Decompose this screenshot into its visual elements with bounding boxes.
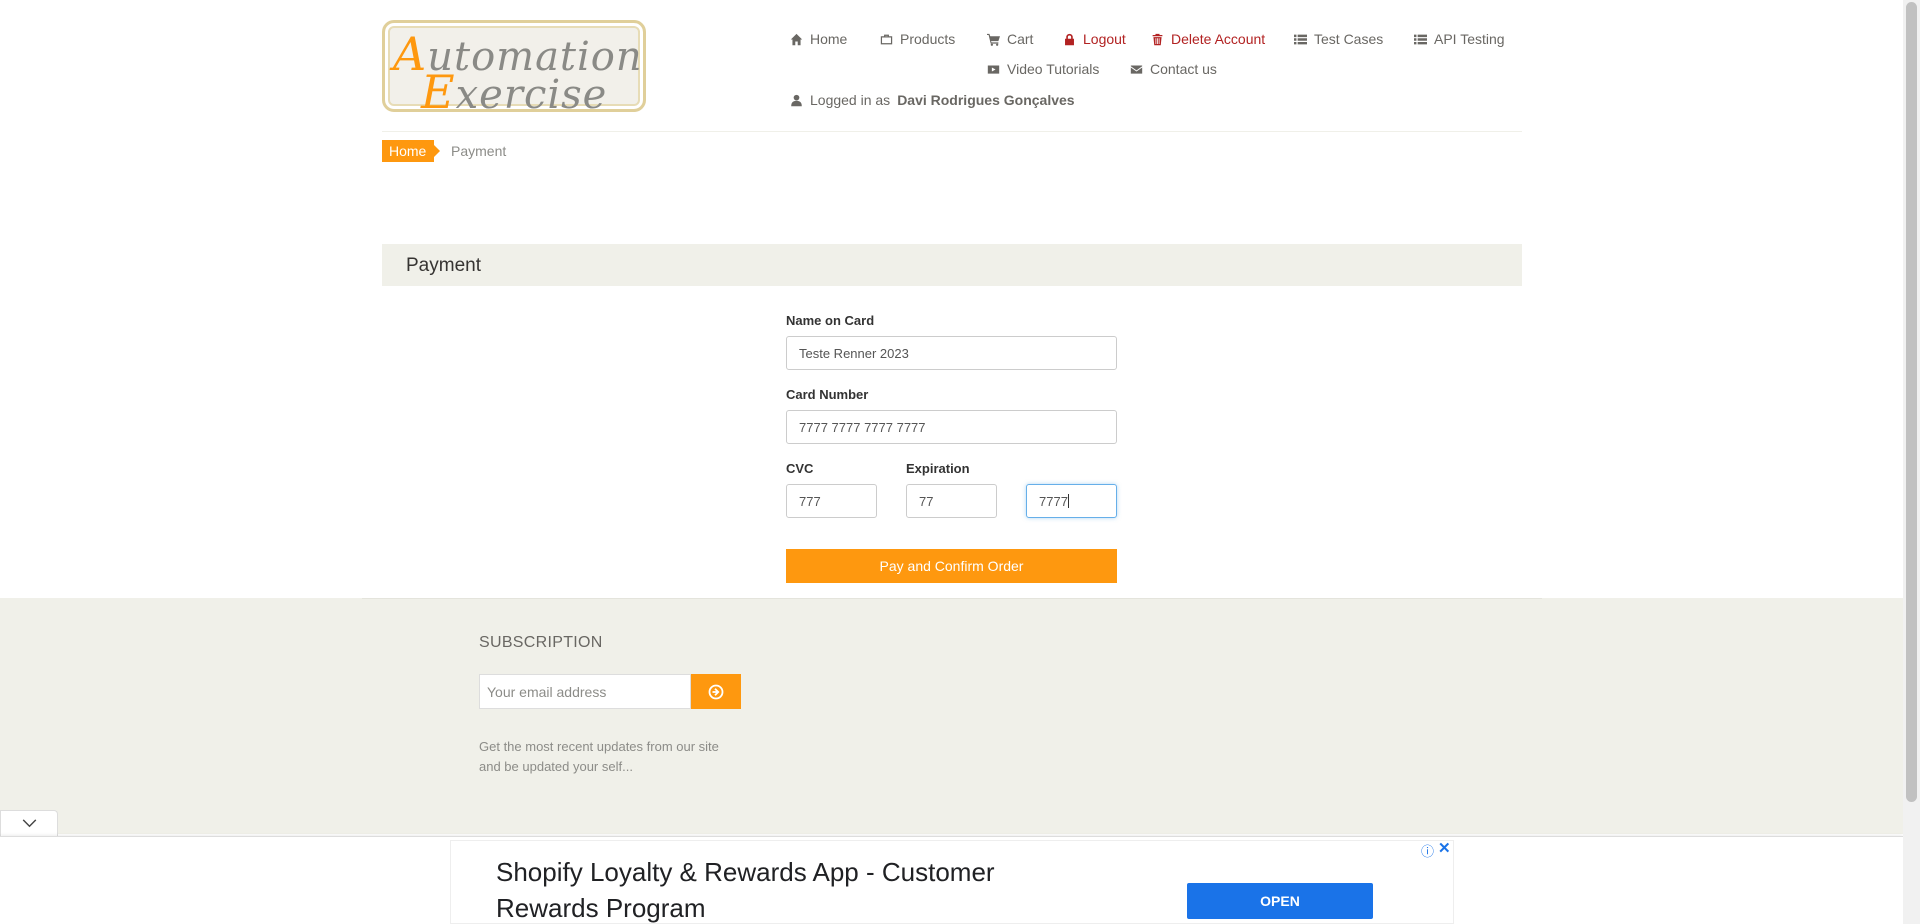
- page: Automation Exercise Home Products Cart L…: [0, 0, 1920, 924]
- ad-info-icon[interactable]: ⓘ: [1421, 841, 1434, 860]
- subscribe-email-input[interactable]: Your email address: [479, 674, 691, 709]
- list-icon: [1294, 34, 1307, 44]
- name-on-card-input[interactable]: Teste Renner 2023: [786, 336, 1117, 370]
- cvc-label: CVC: [786, 461, 814, 476]
- nav-delete-account[interactable]: Delete Account: [1151, 31, 1265, 47]
- ad-open-button[interactable]: OPEN: [1187, 883, 1373, 919]
- home-icon: [790, 33, 803, 45]
- card-number-input[interactable]: 7777 7777 7777 7777: [786, 410, 1117, 444]
- page-title: Payment: [406, 255, 481, 276]
- product-box-icon: [880, 34, 893, 44]
- list-icon: [1414, 34, 1427, 44]
- chevron-down-icon: [22, 819, 36, 828]
- envelope-icon: [1130, 64, 1143, 74]
- nav-logout[interactable]: Logout: [1063, 31, 1126, 47]
- text-caret: [1067, 494, 1069, 508]
- nav-cart-label: Cart: [1007, 31, 1034, 47]
- expiration-label: Expiration: [906, 461, 970, 476]
- nav-home-label: Home: [810, 31, 848, 47]
- site-logo[interactable]: Automation Exercise: [382, 20, 646, 119]
- nav-products-label: Products: [900, 31, 956, 47]
- nav-products[interactable]: Products: [880, 31, 955, 47]
- nav-test-cases[interactable]: Test Cases: [1294, 31, 1383, 47]
- subscription-description: Get the most recent updates from our sit…: [479, 739, 719, 774]
- subscribe-button[interactable]: [691, 674, 741, 709]
- breadcrumb-current: Payment: [451, 143, 507, 159]
- subscription-title: SUBSCRIPTION: [479, 634, 603, 651]
- scrollbar-thumb[interactable]: [1906, 2, 1917, 802]
- nav-delete-account-label: Delete Account: [1171, 31, 1266, 47]
- nav-video-tutorials[interactable]: Video Tutorials: [987, 61, 1099, 77]
- collapse-ad-toggle[interactable]: [0, 810, 58, 836]
- ad-close-icon[interactable]: ✕: [1438, 839, 1451, 857]
- expiry-year-input[interactable]: 7777: [1026, 484, 1117, 518]
- arrow-circle-right-icon: [708, 684, 724, 699]
- name-on-card-label: Name on Card: [786, 313, 875, 328]
- payment-heading-bar: Payment: [382, 244, 1522, 286]
- footer: [0, 598, 1903, 834]
- footer-divider: [362, 598, 1542, 599]
- trash-icon: [1152, 33, 1163, 45]
- nav-video-tutorials-label: Video Tutorials: [1007, 61, 1100, 77]
- header-divider: [382, 131, 1522, 132]
- nav-test-cases-label: Test Cases: [1314, 31, 1384, 47]
- lock-icon: [1065, 33, 1074, 45]
- card-number-label: Card Number: [786, 387, 869, 402]
- nav-contact-us[interactable]: Contact us: [1130, 61, 1217, 77]
- pay-and-confirm-button[interactable]: Pay and Confirm Order: [786, 549, 1117, 583]
- logo-line-2: Exercise: [421, 65, 608, 119]
- youtube-play-icon: [987, 64, 1000, 74]
- nav-logout-label: Logout: [1083, 31, 1126, 47]
- expiry-month-input[interactable]: 77: [906, 484, 997, 518]
- ad-title[interactable]: Shopify Loyalty & Rewards App - Customer…: [496, 854, 1076, 924]
- logged-in-status: Logged in as Davi Rodrigues Gonçalves: [790, 92, 1075, 108]
- logged-in-username: Davi Rodrigues Gonçalves: [897, 92, 1075, 108]
- nav-api-testing-label: API Testing: [1434, 31, 1505, 47]
- nav-home[interactable]: Home: [790, 31, 847, 47]
- nav-cart[interactable]: Cart: [987, 31, 1033, 47]
- breadcrumb-home[interactable]: Home: [382, 140, 441, 162]
- nav-contact-us-label: Contact us: [1150, 61, 1217, 77]
- cart-icon: [987, 33, 1000, 46]
- user-icon: [791, 94, 802, 106]
- logged-in-prefix: Logged in as: [810, 92, 891, 108]
- cvc-input[interactable]: 777: [786, 484, 877, 518]
- nav-api-testing[interactable]: API Testing: [1414, 31, 1505, 47]
